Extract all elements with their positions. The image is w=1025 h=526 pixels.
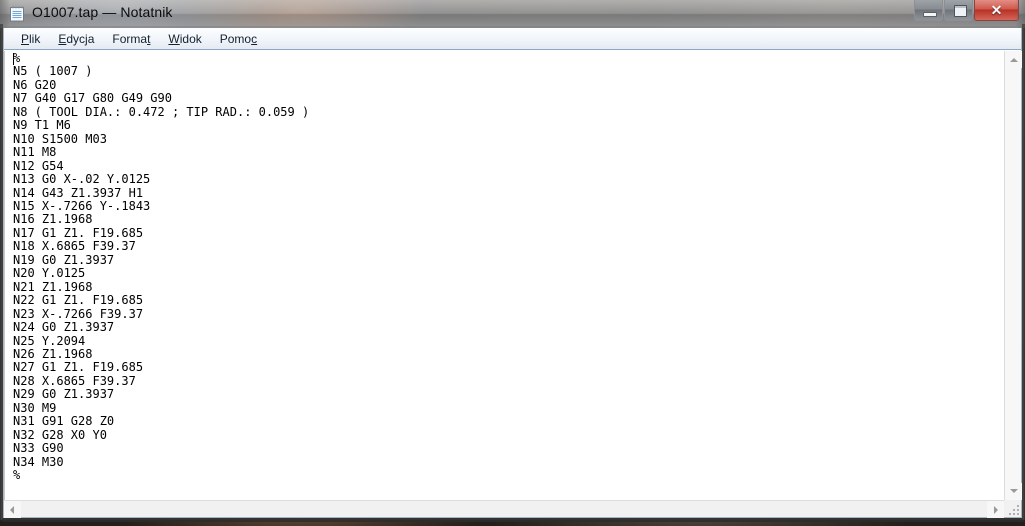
editor-client-area: % N5 ( 1007 ) N6 G20 N7 G40 G17 G80 G49 … xyxy=(4,50,1022,518)
chevron-left-icon xyxy=(10,506,14,514)
scroll-left-button[interactable] xyxy=(4,501,21,518)
window-body: Plik Edycja Format Widok Pomoc % N5 ( 10… xyxy=(3,28,1022,518)
menu-item-edycja[interactable]: Edycja xyxy=(49,30,103,48)
chevron-down-icon xyxy=(1010,489,1018,493)
resize-grip[interactable] xyxy=(1007,503,1019,515)
caption-button-group: ✕ xyxy=(913,0,1019,22)
chevron-right-icon xyxy=(994,506,998,514)
scroll-right-button[interactable] xyxy=(987,501,1004,518)
text-editor[interactable]: % N5 ( 1007 ) N6 G20 N7 G40 G17 G80 G49 … xyxy=(4,51,1004,500)
maximize-button[interactable] xyxy=(944,0,973,21)
menu-item-format[interactable]: Format xyxy=(103,30,159,48)
chevron-up-icon xyxy=(1010,58,1018,62)
minimize-icon xyxy=(923,12,937,17)
menu-item-widok[interactable]: Widok xyxy=(159,30,210,48)
maximize-icon xyxy=(954,5,967,17)
gcode-text[interactable]: % N5 ( 1007 ) N6 G20 N7 G40 G17 G80 G49 … xyxy=(5,51,1004,483)
menu-item-pomoc[interactable]: Pomoc xyxy=(211,30,266,48)
notepad-window: O1007.tap — Notatnik ✕ Plik Edycja Forma… xyxy=(0,0,1025,522)
menu-bar: Plik Edycja Format Widok Pomoc xyxy=(4,28,1021,50)
menu-item-plik[interactable]: Plik xyxy=(12,30,49,48)
notepad-icon xyxy=(9,5,25,22)
minimize-button[interactable] xyxy=(914,0,943,21)
text-caret xyxy=(13,53,14,65)
close-button[interactable]: ✕ xyxy=(974,0,1019,21)
window-title: O1007.tap — Notatnik xyxy=(32,4,173,20)
scrollbar-corner xyxy=(1004,500,1021,517)
horizontal-scrollbar[interactable] xyxy=(4,500,1004,518)
scroll-up-button[interactable] xyxy=(1005,51,1022,68)
scroll-down-button[interactable] xyxy=(1005,483,1022,500)
title-bar[interactable]: O1007.tap — Notatnik ✕ xyxy=(0,0,1025,28)
close-icon: ✕ xyxy=(990,2,1003,18)
vertical-scrollbar[interactable] xyxy=(1004,51,1022,500)
